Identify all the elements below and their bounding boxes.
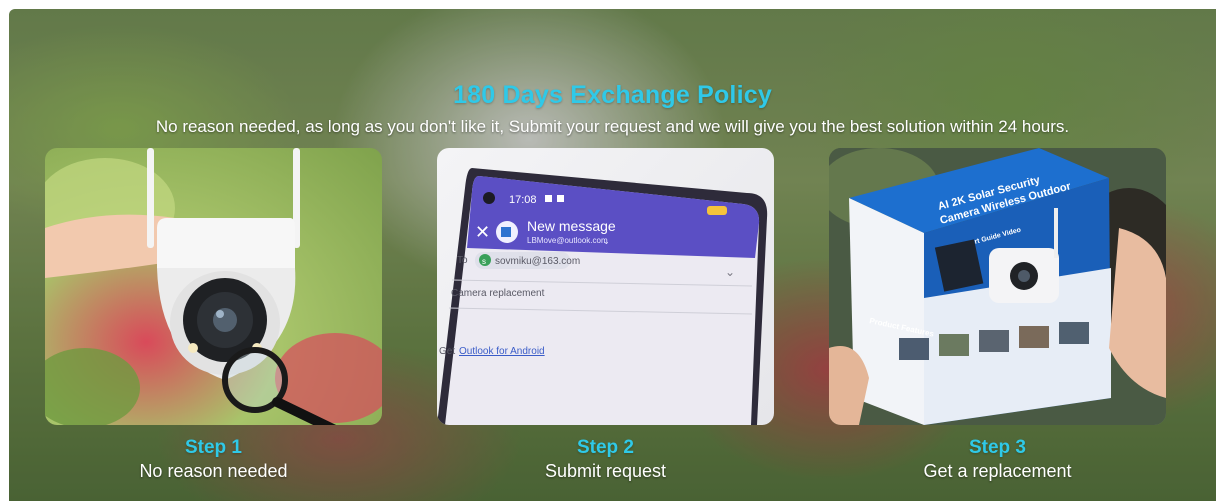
policy-subtitle: No reason needed, as long as you don't l… bbox=[155, 117, 1070, 136]
policy-title: 180 Days Exchange Policy bbox=[453, 81, 772, 109]
banner-content: 180 Days Exchange Policy No reason neede… bbox=[9, 9, 1216, 501]
exchange-policy-banner: 180 Days Exchange Policy No reason neede… bbox=[9, 9, 1216, 501]
